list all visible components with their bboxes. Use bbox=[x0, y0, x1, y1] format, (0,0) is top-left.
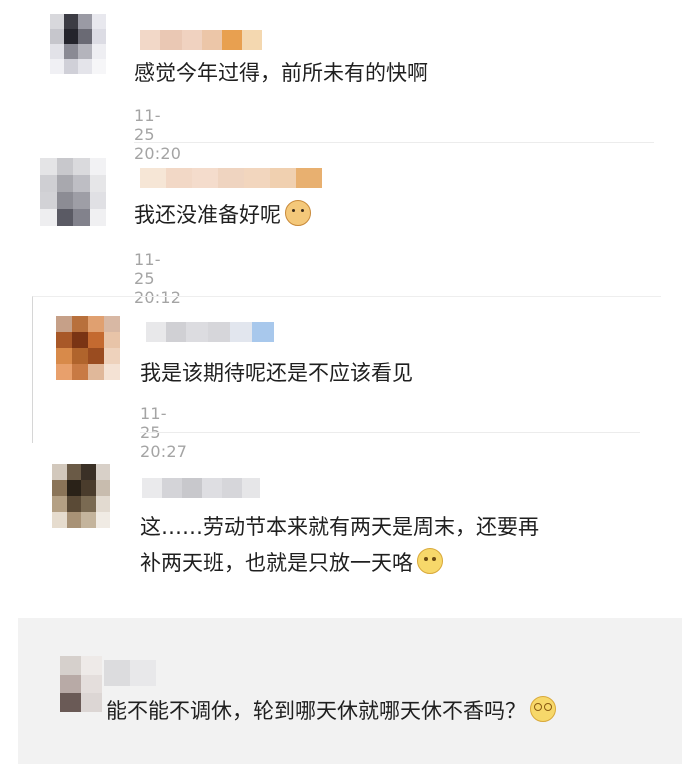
sad-face-icon bbox=[417, 548, 443, 574]
avatar[interactable] bbox=[40, 158, 106, 226]
username-blurred[interactable] bbox=[104, 660, 156, 686]
comment-text: 我还没准备好呢 bbox=[134, 198, 311, 232]
comment-text-line-1: 这……劳动节本来就有两天是周末，还要再 bbox=[140, 515, 539, 539]
comment-text: 感觉今年过得，前所未有的快啊 bbox=[134, 61, 428, 85]
comment-text: 能不能不调休，轮到哪天休就哪天休不香吗？ bbox=[106, 694, 556, 728]
username-blurred[interactable] bbox=[142, 478, 260, 498]
avatar[interactable] bbox=[60, 656, 102, 712]
comment-text-content: 我还没准备好呢 bbox=[134, 203, 281, 227]
comment-time: 11-25 20:20 bbox=[134, 106, 182, 163]
comment-text-line-2: 补两天班，也就是只放一天咯 bbox=[140, 546, 443, 580]
avatar[interactable] bbox=[52, 464, 110, 528]
username-blurred[interactable] bbox=[140, 168, 322, 188]
divider bbox=[134, 142, 654, 143]
divider bbox=[140, 432, 640, 433]
username-blurred[interactable] bbox=[146, 322, 274, 342]
highlighted-comment-background bbox=[18, 618, 682, 764]
comment-text-content: 能不能不调休，轮到哪天休就哪天休不香吗？ bbox=[106, 699, 526, 723]
avatar[interactable] bbox=[56, 316, 120, 380]
username-blurred[interactable] bbox=[140, 30, 262, 50]
cat-face-icon bbox=[285, 200, 311, 226]
comment-text-content: 补两天班，也就是只放一天咯 bbox=[140, 551, 413, 575]
comment-text: 我是该期待呢还是不应该看见 bbox=[140, 361, 413, 385]
dizzy-face-icon bbox=[530, 696, 556, 722]
avatar[interactable] bbox=[50, 14, 106, 74]
